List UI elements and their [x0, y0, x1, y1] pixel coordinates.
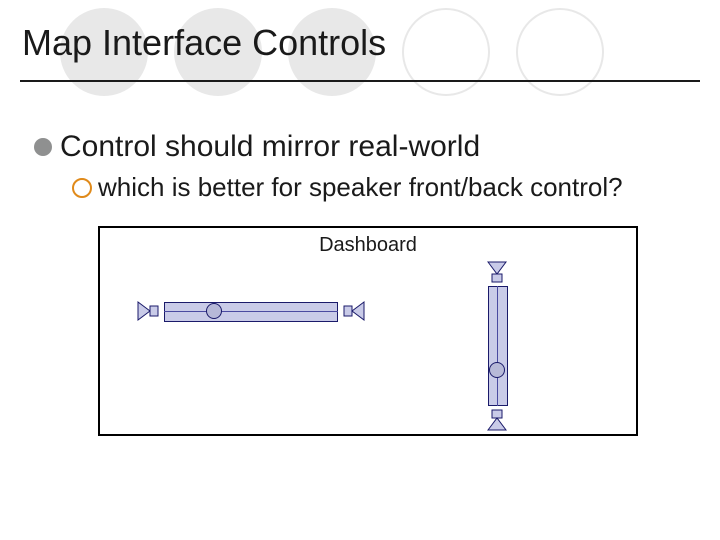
speaker-right-icon: [340, 298, 366, 324]
bg-circle: [402, 8, 490, 96]
vertical-slider[interactable]: [480, 260, 514, 432]
speaker-bottom-icon: [484, 406, 510, 432]
slide-title: Map Interface Controls: [22, 22, 386, 64]
horizontal-slider[interactable]: [136, 294, 366, 328]
bullet-2-text: which is better for speaker front/back c…: [98, 172, 623, 203]
slider-knob[interactable]: [489, 362, 505, 378]
slider-midline: [497, 286, 498, 406]
slider-track: [164, 302, 338, 322]
panel-label: Dashboard: [100, 234, 636, 257]
slider-track: [488, 286, 508, 406]
bullet-level-1: Control should mirror real-world: [34, 130, 480, 164]
speaker-top-icon: [484, 260, 510, 286]
bg-circle: [516, 8, 604, 96]
dashboard-panel: Dashboard: [98, 226, 638, 436]
slider-knob[interactable]: [206, 303, 222, 319]
bullet-disc-icon: [34, 138, 52, 156]
slider-midline: [164, 311, 338, 312]
speaker-left-icon: [136, 298, 162, 324]
title-underline: [20, 80, 700, 82]
bullet-ring-icon: [72, 178, 92, 198]
bullet-1-text: Control should mirror real-world: [60, 130, 480, 164]
bullet-level-2: which is better for speaker front/back c…: [72, 172, 623, 203]
